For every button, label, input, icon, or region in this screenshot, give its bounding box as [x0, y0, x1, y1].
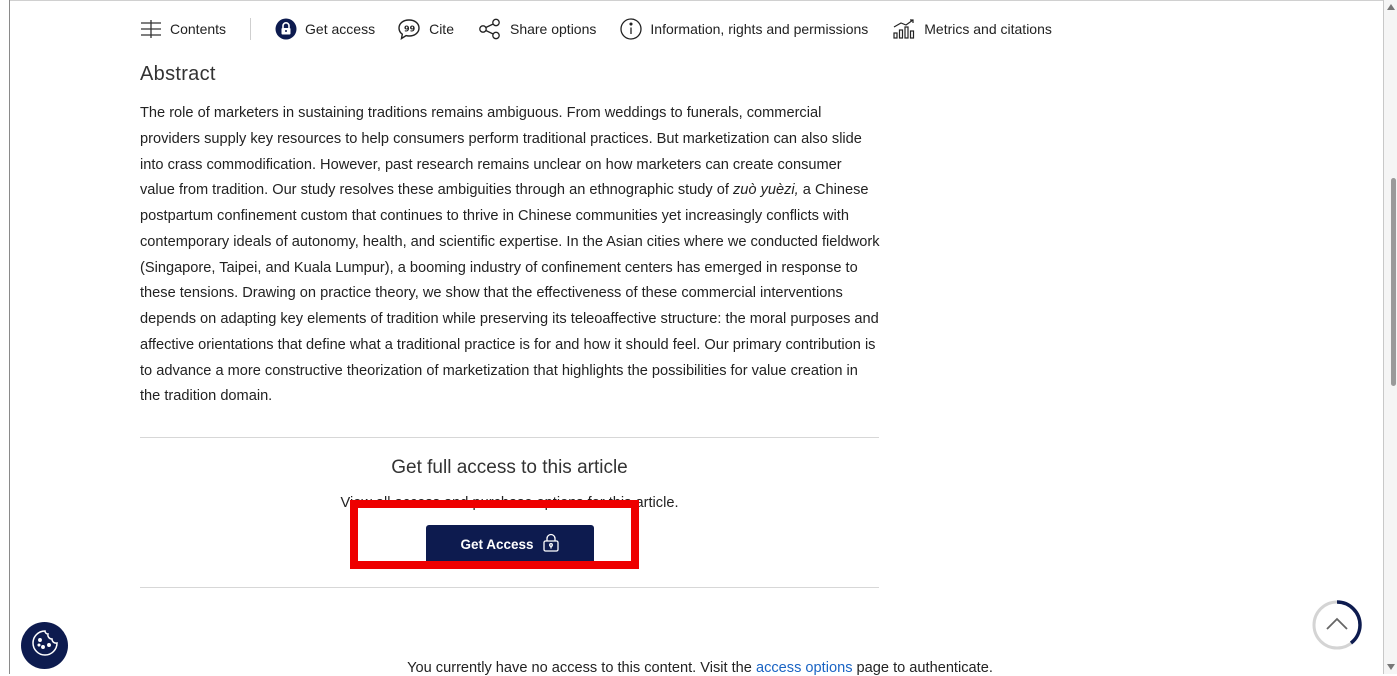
share-options-label: Share options — [509, 21, 597, 37]
scrollbar-thumb[interactable] — [1391, 178, 1396, 386]
chevron-up-icon — [1310, 600, 1364, 656]
access-heading: Get full access to this article — [391, 457, 628, 478]
abstract-text-end: a Chinese postpartum confinement custom … — [140, 182, 880, 405]
contents-label: Contents — [170, 21, 227, 37]
metrics-citations-label: Metrics and citations — [924, 21, 1052, 37]
scroll-up-arrow[interactable] — [1387, 4, 1395, 10]
svg-text:99: 99 — [404, 25, 416, 34]
access-description: View all access and purchase options for… — [340, 495, 679, 511]
metrics-citations-button[interactable]: Metrics and citations — [892, 18, 1052, 40]
abstract-paragraph: The role of marketers in sustaining trad… — [140, 101, 880, 410]
contents-button[interactable]: Contents — [140, 19, 226, 39]
cite-button[interactable]: 99 Cite — [397, 18, 454, 40]
cookie-settings-button[interactable] — [21, 622, 68, 669]
back-to-top-button[interactable] — [1310, 598, 1364, 652]
window-top-border — [9, 0, 1384, 1]
divider-top — [140, 437, 879, 438]
article-toolbar: Contents Get access 99 Cite Share option… — [140, 14, 1052, 44]
cite-label: Cite — [429, 21, 454, 37]
scroll-down-arrow[interactable] — [1387, 664, 1395, 670]
contents-icon — [140, 19, 162, 39]
abstract-heading: Abstract — [140, 63, 216, 85]
abstract-body: The role of marketers in sustaining trad… — [140, 101, 880, 410]
get-access-button-label: Get Access — [460, 537, 534, 552]
cookie-icon — [30, 628, 60, 663]
lock-icon — [542, 533, 560, 556]
information-rights-button[interactable]: Information, rights and permissions — [620, 18, 868, 40]
window-left-border — [9, 0, 10, 674]
share-options-button[interactable]: Share options — [478, 18, 596, 40]
get-access-tool-button[interactable]: Get access — [275, 18, 375, 40]
abstract-italic-term: zuò yuèzi, — [733, 182, 799, 199]
get-access-tool-label: Get access — [305, 21, 376, 37]
divider-bottom — [140, 587, 879, 588]
toolbar-divider — [250, 18, 252, 40]
lock-icon — [275, 18, 297, 40]
info-icon — [620, 18, 643, 40]
get-access-button[interactable]: Get Access — [426, 525, 594, 564]
share-icon — [478, 18, 502, 40]
information-rights-label: Information, rights and permissions — [650, 21, 869, 37]
metrics-icon — [892, 18, 916, 40]
quote-icon: 99 — [397, 18, 421, 40]
